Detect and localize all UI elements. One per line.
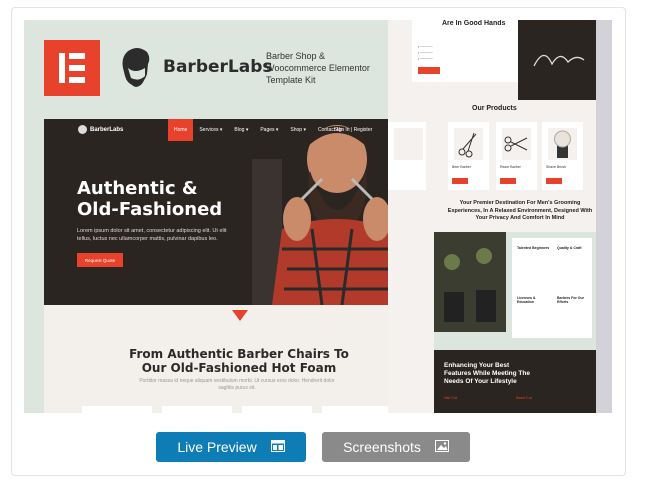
hero-body: Lorem ipsum dolor sit amet, consectetur … (77, 228, 227, 242)
dark-feature-title: Enhancing Your Best Features While Meeti… (444, 362, 530, 385)
product-card[interactable]: Shave Brush (542, 122, 583, 190)
product-name: Shave Brush (546, 165, 567, 169)
signature-panel (518, 20, 596, 100)
layout-icon (270, 439, 285, 455)
product-name: Beer Barber (452, 165, 471, 169)
hero-nav: Home Services ▾ Blog ▾ Pages ▾ Shop ▾ Co… (168, 119, 349, 141)
nav-item-shop[interactable]: Shop ▾ (284, 119, 312, 141)
product-button[interactable] (546, 178, 562, 184)
barberlabs-brand: BarberLabs (117, 46, 273, 88)
care-button[interactable] (418, 67, 440, 74)
product-button[interactable] (500, 178, 516, 184)
feature-card: Quality & Craft (552, 238, 592, 288)
hero-headline: Authentic & Old-Fashioned (77, 178, 223, 220)
nav-signin[interactable]: Sign In | Register (334, 127, 372, 133)
feature-boxes (82, 406, 392, 413)
care-panel: Are In Good Hands ▪ ───── ▪ ───── ▪ ───── (412, 20, 518, 82)
barber-head-logo-icon (122, 48, 150, 87)
triangle-marker-icon (232, 310, 248, 321)
hero-section: BarberLabs Home Services ▾ Blog ▾ Pages … (44, 119, 432, 305)
product-card[interactable] (388, 122, 426, 190)
section-subtitle: Porttitor massa id neque aliquam vestibu… (139, 378, 335, 391)
feature-card: Talented Beginners (512, 238, 552, 288)
barbershop-photo (434, 232, 506, 332)
product-card[interactable]: Beer Barber (448, 122, 489, 190)
preview-edge-strip (596, 20, 612, 413)
nav-item-home[interactable]: Home (168, 119, 194, 141)
scissors-icon (458, 132, 477, 158)
screenshots-button[interactable]: Screenshots (322, 432, 470, 462)
signature-icon (533, 54, 585, 67)
product-card[interactable]: Razor Barber (496, 122, 537, 190)
live-preview-button[interactable]: Live Preview (156, 432, 306, 462)
premier-text: Your Premier Destination For Men's Groom… (447, 200, 593, 221)
feature-card: Barbers For Our Efforts (552, 288, 592, 338)
product-name: Razor Barber (500, 165, 521, 169)
product-button[interactable] (452, 178, 468, 184)
products-title: Our Products (472, 105, 517, 112)
elementor-logo (44, 40, 100, 96)
nav-logo[interactable]: BarberLabs (78, 125, 123, 134)
brand-name: BarberLabs (163, 57, 273, 77)
feature-card: Licenses & Education (512, 288, 552, 338)
request-quote-button[interactable]: Request Quote (77, 253, 123, 267)
dark-label: Beard Cut (516, 396, 532, 400)
nav-item-pages[interactable]: Pages ▾ (254, 119, 284, 141)
nav-item-blog[interactable]: Blog ▾ (228, 119, 254, 141)
image-icon (434, 439, 449, 455)
care-list: ▪ ───── ▪ ───── ▪ ───── (418, 45, 433, 61)
template-preview-image[interactable]: BarberLabs Barber Shop & Woocommerce Ele… (24, 20, 612, 413)
scissors-icon (504, 136, 528, 152)
live-preview-label: Live Preview (177, 439, 257, 455)
nav-item-services[interactable]: Services ▾ (193, 119, 228, 141)
screenshots-label: Screenshots (343, 439, 421, 455)
kit-description: Barber Shop & Woocommerce Elementor Temp… (266, 51, 370, 85)
dark-label: Hair Cut (444, 396, 457, 400)
care-title: Are In Good Hands (442, 20, 506, 27)
brush-icon (554, 130, 571, 158)
